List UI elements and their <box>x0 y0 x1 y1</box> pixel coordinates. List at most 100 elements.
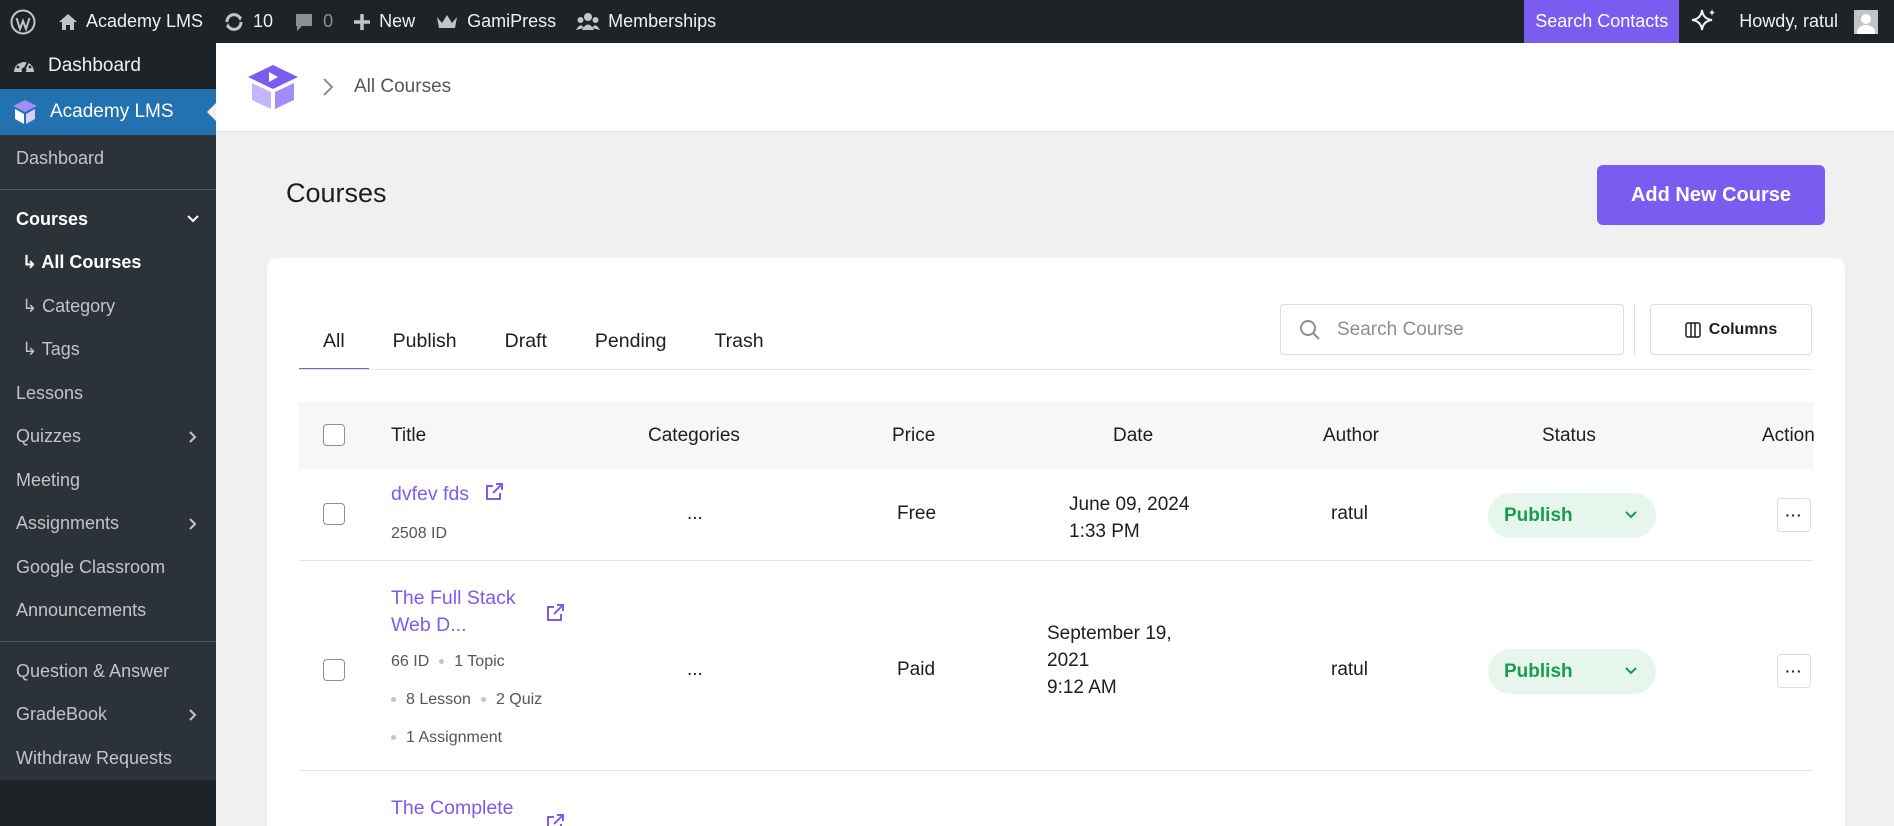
course-title-link[interactable]: The Full Stack Web D... <box>391 585 516 639</box>
row-actions-button[interactable]: ··· <box>1777 654 1811 688</box>
select-all-checkbox[interactable] <box>323 424 345 446</box>
gamipress-link[interactable]: GamiPress <box>425 0 566 43</box>
chevron-right-icon <box>189 709 197 721</box>
course-meta-line: 1 Assignment <box>391 729 502 747</box>
row-checkbox[interactable] <box>323 659 345 681</box>
sidebar-item-question-answer[interactable]: Question & Answer <box>0 650 216 694</box>
course-id: 66 ID <box>391 653 430 670</box>
groups-icon <box>576 12 601 30</box>
sidebar-item-meeting[interactable]: Meeting <box>0 459 216 503</box>
columns-button[interactable]: Columns <box>1650 304 1812 355</box>
course-lesson-count: 8 Lesson <box>406 691 471 708</box>
memberships-link[interactable]: Memberships <box>566 0 726 43</box>
tab-trash[interactable]: Trash <box>690 318 787 370</box>
site-name: Academy LMS <box>86 11 204 31</box>
academy-logo-icon[interactable] <box>246 63 300 111</box>
tab-publish[interactable]: Publish <box>369 318 481 370</box>
toolbar-divider <box>1634 304 1635 355</box>
wordpress-logo-icon[interactable] <box>0 0 48 43</box>
crown-icon <box>437 14 458 28</box>
sidebar-item-all-courses[interactable]: ↳ All Courses <box>0 241 216 285</box>
course-title-line: Web D... <box>391 614 467 636</box>
sidebar-item-lms-dashboard[interactable]: Dashboard <box>0 137 216 181</box>
sidebar-item-category[interactable]: ↳ Category <box>0 285 216 329</box>
sidebar-item-assignments[interactable]: Assignments <box>0 502 216 546</box>
new-content-link[interactable]: New <box>343 0 425 43</box>
sidebar-item-gradebook[interactable]: GradeBook <box>0 693 216 737</box>
sidebar-item-courses[interactable]: Courses <box>0 198 216 242</box>
separator-dot <box>391 735 396 741</box>
sparkle-icon[interactable] <box>1679 0 1729 43</box>
sidebar-item-announcements[interactable]: Announcements <box>0 589 216 633</box>
user-account-menu[interactable]: Howdy, ratul <box>1729 0 1894 43</box>
time-line: 1:33 PM <box>1069 521 1140 542</box>
header-date[interactable]: Date <box>1113 425 1153 447</box>
sidebar-item-academy-lms[interactable]: Academy LMS <box>0 89 216 135</box>
site-name-link[interactable]: Academy LMS <box>48 0 213 43</box>
plus-icon <box>354 13 371 30</box>
courses-table: Title Categories Price Date Author Statu… <box>299 402 1814 826</box>
external-link-icon[interactable] <box>545 603 565 623</box>
course-title-link[interactable]: dvfev fds <box>391 483 469 505</box>
tab-all[interactable]: All <box>299 318 369 370</box>
separator-dot <box>480 697 486 703</box>
sidebar-divider <box>0 188 216 190</box>
comments-link[interactable]: 0 <box>283 0 343 43</box>
admin-bar: Academy LMS 10 0 New GamiPress Membershi… <box>0 0 1894 43</box>
sidebar-item-google-classroom[interactable]: Google Classroom <box>0 546 216 590</box>
sidebar-item-quizzes[interactable]: Quizzes <box>0 415 216 459</box>
search-contacts-button[interactable]: Search Contacts <box>1524 0 1680 43</box>
admin-sidebar: Dashboard Academy LMS Dashboard Courses … <box>0 43 216 826</box>
status-dropdown[interactable]: Publish <box>1488 493 1656 538</box>
memberships-label: Memberships <box>608 11 717 31</box>
sidebar-item-withdraw-requests[interactable]: Withdraw Requests <box>0 737 216 781</box>
new-label: New <box>379 11 416 31</box>
comment-icon <box>296 13 313 31</box>
sidebar-dashboard-label: Dashboard <box>48 55 141 76</box>
status-tabs: All Publish Draft Pending Trash <box>299 318 788 370</box>
row-actions-button[interactable]: ··· <box>1777 498 1811 532</box>
table-row: The Full Stack Web D... 66 ID 1 Topic 8 L… <box>299 561 1813 771</box>
updates-link[interactable]: 10 <box>213 0 283 43</box>
course-title-link[interactable]: The Complete <box>391 795 513 822</box>
chevron-down-icon <box>187 215 199 223</box>
price-cell: Free <box>897 503 937 524</box>
date-line: September 19, <box>1047 623 1172 644</box>
table-header: Title Categories Price Date Author Statu… <box>299 402 1814 469</box>
table-row: The Complete <box>299 771 1813 826</box>
search-box <box>1280 304 1624 355</box>
row-checkbox[interactable] <box>323 503 345 525</box>
date-cell: June 09, 2024 1:33 PM <box>1069 491 1189 545</box>
sidebar-gradebook-label: GradeBook <box>16 704 108 725</box>
sidebar-item-dashboard[interactable]: Dashboard <box>0 43 216 89</box>
external-link-icon[interactable] <box>545 813 565 826</box>
course-topic-count: 1 Topic <box>454 653 505 670</box>
search-input[interactable] <box>1337 318 1597 341</box>
status-dropdown[interactable]: Publish <box>1488 649 1656 694</box>
categories-cell: ... <box>687 659 703 680</box>
sidebar-quizzes-label: Quizzes <box>16 426 82 447</box>
categories-cell: ... <box>687 503 703 524</box>
header-categories: Categories <box>648 424 740 446</box>
sidebar-item-tags[interactable]: ↳ Tags <box>0 328 216 372</box>
sidebar-divider <box>0 640 216 642</box>
course-title-line: The Full Stack <box>391 587 516 609</box>
gamipress-label: GamiPress <box>467 11 557 31</box>
columns-label: Columns <box>1708 320 1778 338</box>
external-link-icon[interactable] <box>484 482 504 502</box>
sidebar-assignments-label: Assignments <box>16 513 120 534</box>
tab-draft[interactable]: Draft <box>481 318 571 370</box>
add-new-course-button[interactable]: Add New Course <box>1597 165 1825 225</box>
search-icon <box>1300 319 1320 340</box>
sidebar-item-lessons[interactable]: Lessons <box>0 372 216 416</box>
table-row: dvfev fds 2508 ID ... Free June 09, 2024… <box>299 469 1813 561</box>
tab-pending[interactable]: Pending <box>571 318 691 370</box>
header-status: Status <box>1542 424 1596 446</box>
chevron-down-icon <box>1625 511 1637 519</box>
header-title[interactable]: Title <box>391 425 426 447</box>
date-line: June 09, 2024 <box>1069 494 1190 515</box>
columns-icon <box>1685 321 1701 338</box>
status-label: Publish <box>1504 660 1573 682</box>
page-title: Courses <box>286 178 387 208</box>
course-meta-line: 8 Lesson 2 Quiz <box>391 691 542 709</box>
